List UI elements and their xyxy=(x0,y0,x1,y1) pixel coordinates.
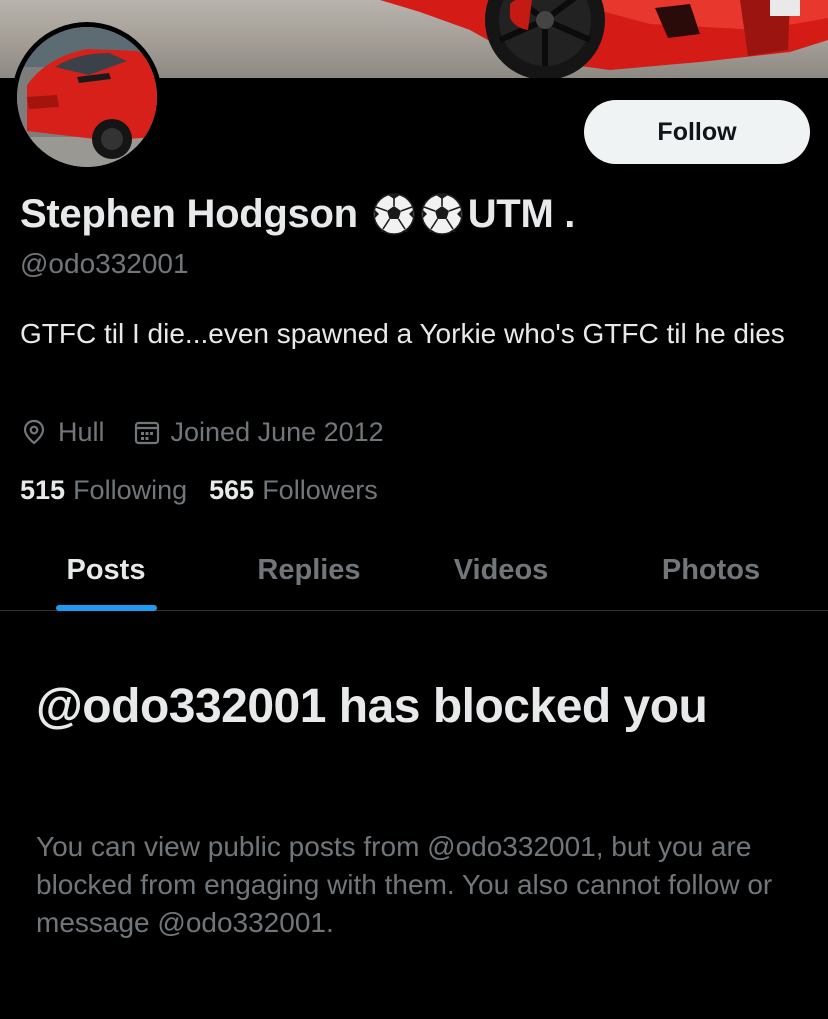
display-name-suffix: UTM . xyxy=(467,191,576,236)
soccer-ball-icon xyxy=(420,193,463,235)
location-icon xyxy=(23,419,45,445)
avatar-car-image xyxy=(17,27,157,167)
follow-button[interactable]: Follow xyxy=(584,100,810,164)
profile-tabs: Posts Replies Videos Photos xyxy=(0,530,828,611)
profile-location: Hull xyxy=(58,416,105,447)
following-label: Following xyxy=(73,474,188,505)
profile-meta: Hull Joined June 2012 xyxy=(20,412,384,452)
active-tab-indicator xyxy=(56,605,157,611)
tab-photos[interactable]: Photos xyxy=(640,530,782,610)
display-name-text: Stephen Hodgson xyxy=(20,191,358,236)
tab-posts[interactable]: Posts xyxy=(36,530,176,610)
profile-bio: GTFC til I die...even spawned a Yorkie w… xyxy=(20,318,785,349)
profile-page: Follow Stephen Hodgson UTM . @odo332001 xyxy=(0,0,828,1019)
tab-videos[interactable]: Videos xyxy=(432,530,570,610)
tab-replies[interactable]: Replies xyxy=(238,530,380,610)
followers-label: Followers xyxy=(262,474,378,505)
display-name: Stephen Hodgson UTM . xyxy=(20,186,575,242)
followers-count: 565 xyxy=(209,474,255,505)
blocked-title: @odo332001 has blocked you xyxy=(36,680,708,733)
calendar-icon xyxy=(134,421,159,445)
soccer-ball-icon xyxy=(372,193,415,235)
profile-stats: 515 Following 565 Followers xyxy=(20,470,378,510)
profile-handle: @odo332001 xyxy=(20,248,189,279)
avatar[interactable] xyxy=(12,22,162,172)
profile-joined-date: Joined June 2012 xyxy=(170,416,384,447)
following-link[interactable]: 515 Following xyxy=(20,475,187,506)
blocked-description: You can view public posts from @odo33200… xyxy=(36,831,773,938)
followers-link[interactable]: 565 Followers xyxy=(209,475,378,506)
following-count: 515 xyxy=(20,474,66,505)
